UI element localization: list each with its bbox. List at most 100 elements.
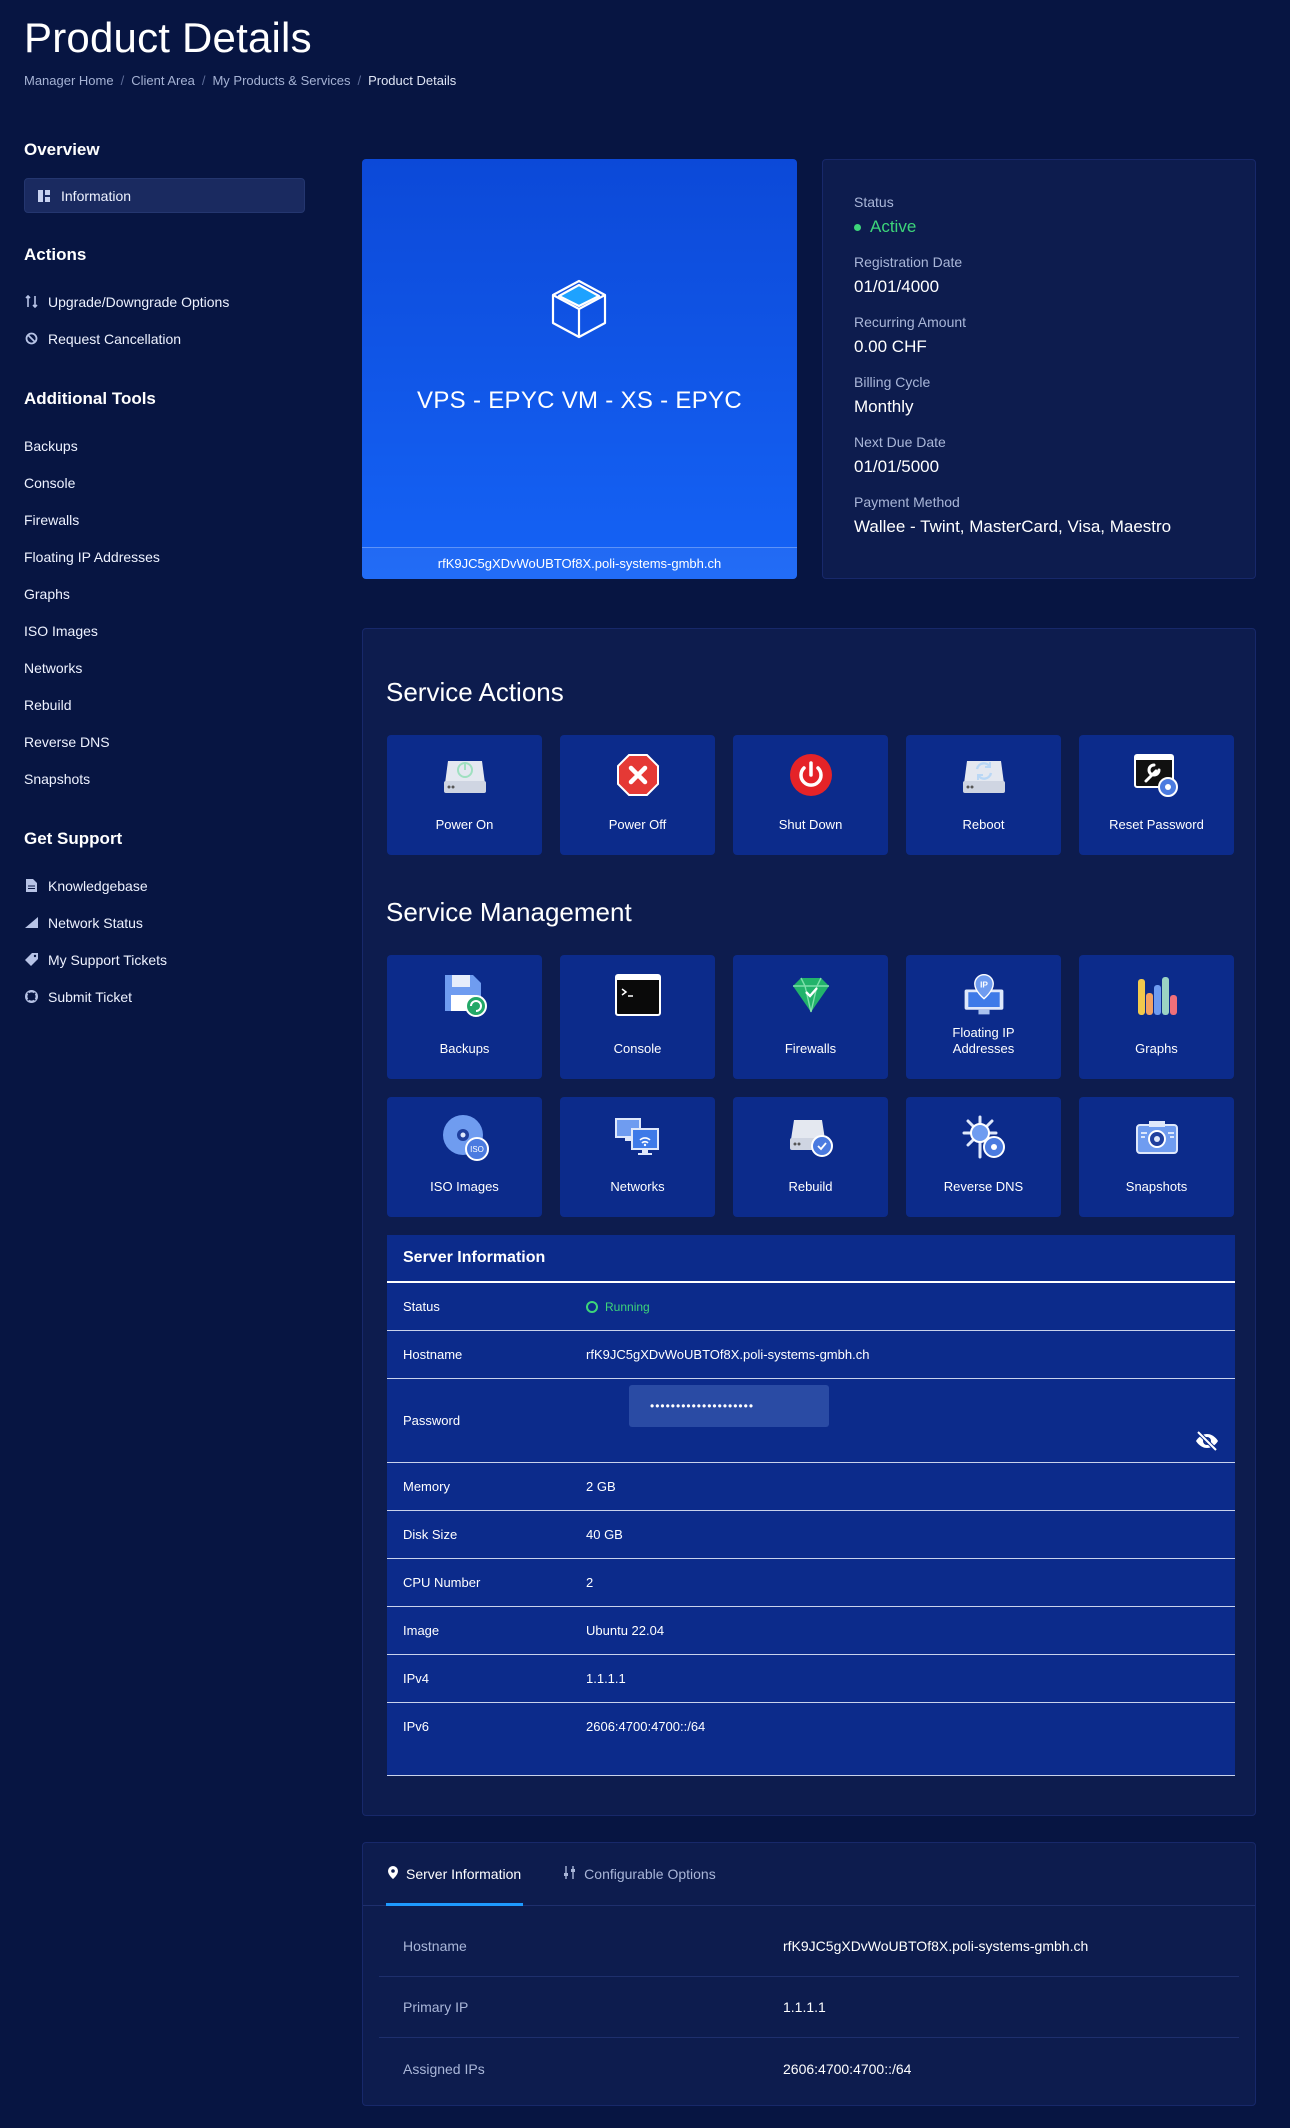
sidebar-item-label: Knowledgebase <box>48 877 148 894</box>
running-status: Running <box>586 1300 1235 1314</box>
terminal-icon <box>614 971 662 1019</box>
sidebar-heading-get-support: Get Support <box>24 829 123 848</box>
status-label: Status <box>854 194 894 210</box>
file-icon <box>24 879 38 893</box>
tab-server-information[interactable]: Server Information <box>386 1843 524 1906</box>
graphs-label: Graphs <box>1135 1041 1178 1056</box>
breadcrumb-my-products[interactable]: My Products & Services <box>212 73 350 88</box>
firewalls-button[interactable]: Firewalls <box>733 955 888 1079</box>
signal-icon <box>24 916 38 930</box>
registration-date-value: 01/01/4000 <box>854 277 940 296</box>
sidebar-item-label: Information <box>61 187 132 204</box>
product-name: VPS - EPYC VM - XS - EPYC <box>417 387 742 414</box>
iso-disc-icon: ISO <box>441 1113 489 1161</box>
sidebar-item-request-cancellation[interactable]: Request Cancellation <box>24 320 305 357</box>
reboot-button[interactable]: Reboot <box>906 735 1061 855</box>
graphs-button[interactable]: Graphs <box>1079 955 1234 1079</box>
sidebar-item-information[interactable]: Information <box>24 178 305 213</box>
ban-icon <box>24 332 38 346</box>
breadcrumb-manager-home[interactable]: Manager Home <box>24 73 114 88</box>
lifebuoy-icon <box>24 990 38 1004</box>
iso-images-button[interactable]: ISO ISO Images <box>387 1097 542 1217</box>
shut-down-label: Shut Down <box>778 817 843 832</box>
ticket-icon <box>24 953 38 967</box>
iso-images-label: ISO Images <box>430 1179 499 1194</box>
rebuild-button[interactable]: Rebuild <box>733 1097 888 1217</box>
sidebar-item-submit-ticket[interactable]: Submit Ticket <box>24 978 305 1015</box>
snapshots-button[interactable]: Snapshots <box>1079 1097 1234 1217</box>
sidebar-item-networks[interactable]: Networks <box>24 649 305 686</box>
power-off-button[interactable]: Power Off <box>560 735 715 855</box>
product-info-card: Status Active Registration Date 01/01/40… <box>822 159 1256 579</box>
sort-arrows-icon <box>24 295 38 309</box>
network-monitors-icon <box>614 1113 662 1161</box>
image-value: Ubuntu 22.04 <box>586 1623 665 1638</box>
sidebar-item-rebuild[interactable]: Rebuild <box>24 686 305 723</box>
sidebar-item-floating-ips[interactable]: Floating IP Addresses <box>24 538 305 575</box>
power-on-button[interactable]: Power On <box>387 735 542 855</box>
console-label: Console <box>613 1041 662 1056</box>
list-item: Primary IP 1.1.1.1 <box>379 1977 1239 2038</box>
reset-password-label: Reset Password <box>1109 817 1204 832</box>
eye-slash-icon[interactable] <box>1195 1430 1219 1454</box>
breadcrumb-client-area[interactable]: Client Area <box>131 73 195 88</box>
sidebar-item-console[interactable]: Console <box>24 464 305 501</box>
hostname-value: rfK9JC5gXDvWoUBTOf8X.poli-systems-gmbh.c… <box>586 1347 870 1362</box>
product-hero-card: VPS - EPYC VM - XS - EPYC rfK9JC5gXDvWoU… <box>362 159 797 579</box>
status-badge: Active <box>854 217 1224 237</box>
cube-icon <box>547 277 611 346</box>
billing-cycle-value: Monthly <box>854 397 914 416</box>
sidebar-item-firewalls[interactable]: Firewalls <box>24 501 305 538</box>
backups-label: Backups <box>439 1041 490 1056</box>
sidebar-item-knowledgebase[interactable]: Knowledgebase <box>24 867 305 904</box>
sidebar-item-support-tickets[interactable]: My Support Tickets <box>24 941 305 978</box>
reverse-dns-label: Reverse DNS <box>943 1179 1024 1194</box>
reverse-dns-button[interactable]: Reverse DNS <box>906 1097 1061 1217</box>
rebuild-icon <box>787 1113 835 1161</box>
payment-method-value: Wallee - Twint, MasterCard, Visa, Maestr… <box>854 517 1172 536</box>
image-key: Image <box>403 1623 440 1638</box>
table-row: Password •••••••••••••••••••• <box>387 1379 1235 1463</box>
sidebar-item-upgrade-downgrade[interactable]: Upgrade/Downgrade Options <box>24 283 305 320</box>
console-button[interactable]: Console <box>560 955 715 1079</box>
service-actions-heading: Service Actions <box>386 677 564 707</box>
hostname-label: Hostname <box>403 1938 467 1954</box>
sidebar-item-backups[interactable]: Backups <box>24 427 305 464</box>
service-management-heading: Service Management <box>386 897 632 927</box>
breadcrumb: Manager Home / Client Area / My Products &… <box>24 73 456 88</box>
breadcrumb-separator: / <box>201 73 206 88</box>
tab-label: Server Information <box>406 1866 522 1882</box>
sidebar-item-reverse-dns[interactable]: Reverse DNS <box>24 723 305 760</box>
backups-button[interactable]: Backups <box>387 955 542 1079</box>
floating-ip-button[interactable]: IP Floating IP Addresses <box>906 955 1061 1079</box>
sidebar-item-snapshots[interactable]: Snapshots <box>24 760 305 797</box>
list-item: Hostname rfK9JC5gXDvWoUBTOf8X.poli-syste… <box>379 1916 1239 1977</box>
svg-text:IP: IP <box>980 980 988 990</box>
sidebar-item-network-status[interactable]: Network Status <box>24 904 305 941</box>
table-row: IPv4 1.1.1.1 <box>387 1655 1235 1703</box>
status-dot <box>854 223 861 231</box>
firewalls-label: Firewalls <box>784 1041 837 1056</box>
power-on-icon <box>441 751 489 799</box>
reset-password-button[interactable]: Reset Password <box>1079 735 1234 855</box>
password-field[interactable]: •••••••••••••••••••• <box>629 1385 829 1427</box>
next-due-date-label: Next Due Date <box>854 434 946 450</box>
billing-cycle-label: Billing Cycle <box>854 374 931 390</box>
networks-button[interactable]: Networks <box>560 1097 715 1217</box>
shut-down-button[interactable]: Shut Down <box>733 735 888 855</box>
ipv4-value: 1.1.1.1 <box>586 1671 626 1686</box>
power-off-label: Power Off <box>608 817 667 832</box>
disk-size-value: 40 GB <box>586 1527 623 1542</box>
sidebar-item-label: Submit Ticket <box>48 988 133 1005</box>
networks-label: Networks <box>610 1179 665 1194</box>
table-row: Status Running <box>387 1283 1235 1331</box>
floating-ip-label: Floating IP Addresses <box>952 1025 1015 1056</box>
sidebar-item-iso-images[interactable]: ISO Images <box>24 612 305 649</box>
svg-text:ISO: ISO <box>470 1145 484 1154</box>
page-title: Product Details <box>24 14 312 61</box>
sidebar-item-graphs[interactable]: Graphs <box>24 575 305 612</box>
reverse-dns-icon <box>960 1113 1008 1161</box>
floating-ip-icon: IP <box>960 971 1008 1019</box>
cpu-number-key: CPU Number <box>403 1575 481 1590</box>
tab-configurable-options[interactable]: Configurable Options <box>561 1843 718 1905</box>
